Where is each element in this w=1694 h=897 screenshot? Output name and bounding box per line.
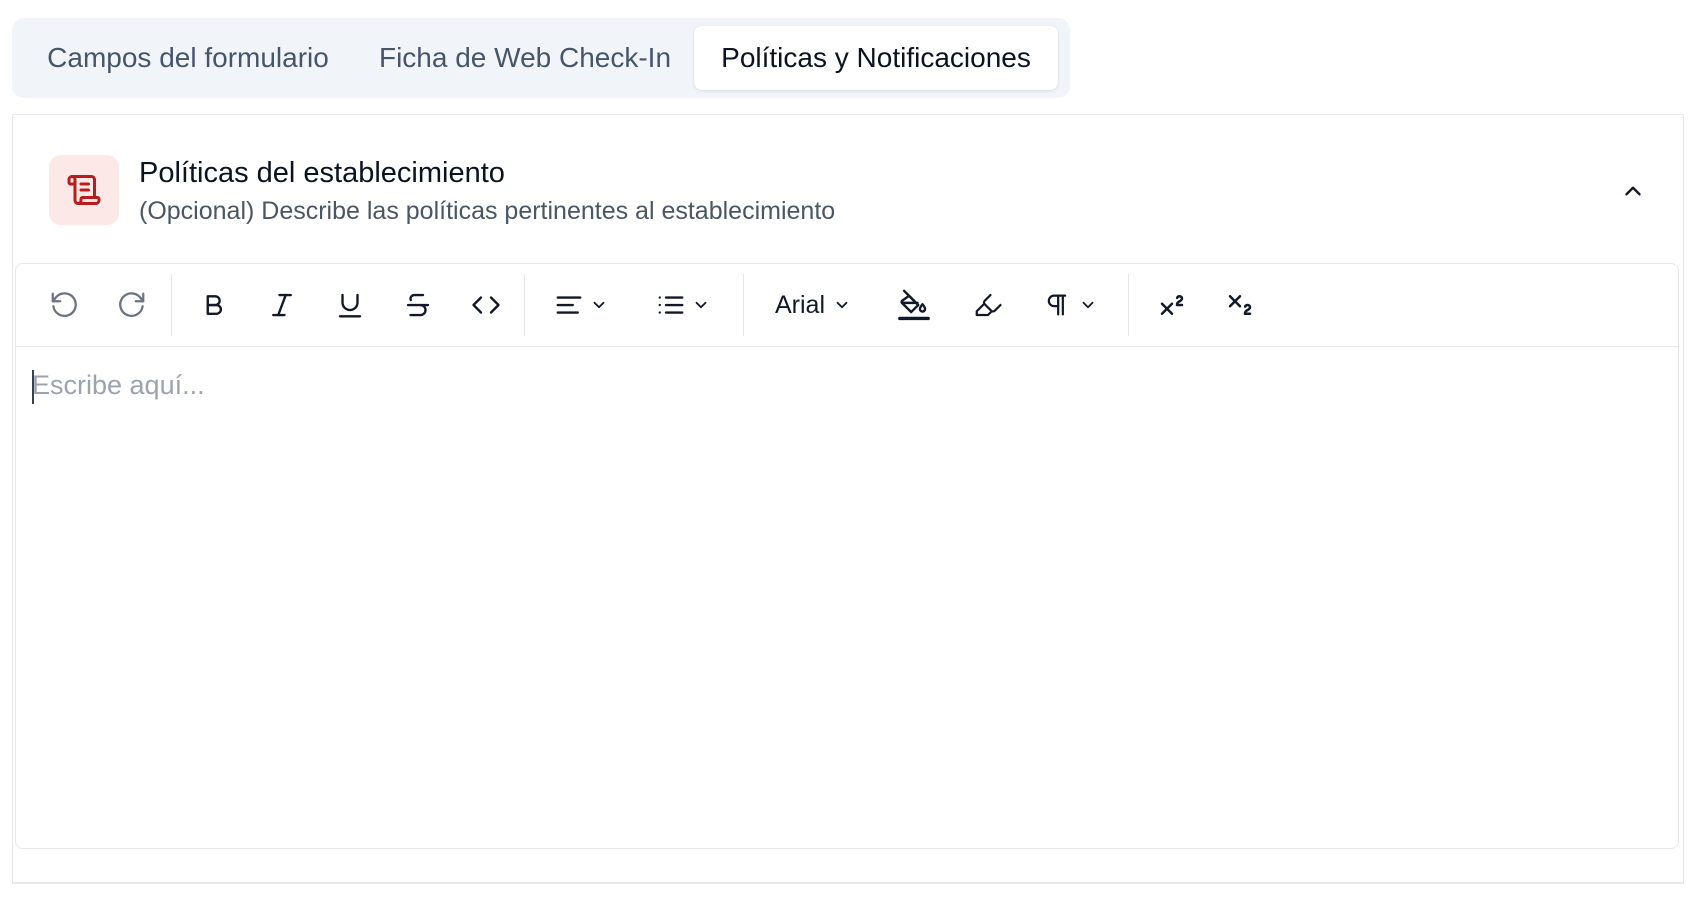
chevron-down-icon (1079, 296, 1097, 314)
section-subtitle: (Opcional) Describe las políticas pertin… (139, 197, 836, 225)
chevron-down-icon (833, 296, 851, 314)
highlight-button[interactable] (960, 277, 1016, 333)
bold-icon (199, 290, 229, 320)
paint-bucket-icon (897, 288, 931, 322)
strikethrough-button[interactable] (390, 277, 446, 333)
underline-button[interactable] (322, 277, 378, 333)
chevron-down-icon (692, 296, 710, 314)
tab-ficha-web-check-in[interactable]: Ficha de Web Check-In (356, 26, 694, 90)
highlighter-icon (973, 290, 1003, 320)
code-button[interactable] (458, 277, 514, 333)
undo-icon (49, 290, 79, 320)
paragraph-dropdown[interactable] (1028, 277, 1112, 333)
tab-campos-del-formulario[interactable]: Campos del formulario (20, 26, 356, 90)
policies-card: Políticas del establecimiento (Opcional)… (12, 114, 1684, 884)
editor-content[interactable]: Escribe aquí... (16, 346, 1678, 848)
chevron-down-icon (590, 296, 608, 314)
toolbar-separator (524, 274, 525, 336)
list-dropdown[interactable] (641, 277, 725, 333)
redo-icon (117, 290, 147, 320)
pilcrow-icon (1043, 291, 1071, 319)
italic-icon (267, 290, 297, 320)
toolbar-separator (171, 274, 172, 336)
underline-icon (335, 290, 365, 320)
bullet-list-icon (656, 290, 686, 320)
italic-button[interactable] (254, 277, 310, 333)
editor-placeholder: Escribe aquí... (32, 370, 205, 400)
chevron-up-icon (1620, 178, 1646, 204)
code-icon (471, 290, 501, 320)
tab-politicas-y-notificaciones[interactable]: Políticas y Notificaciones (694, 26, 1058, 90)
align-dropdown[interactable] (539, 277, 623, 333)
font-family-value: Arial (774, 290, 825, 319)
scroll-icon (49, 155, 119, 225)
card-bottom-border (12, 882, 1684, 884)
rich-text-editor: Arial Escribe aquí... (15, 263, 1679, 849)
superscript-button[interactable] (1144, 277, 1200, 333)
section-title: Políticas del establecimiento (139, 157, 505, 189)
subscript-icon (1225, 290, 1255, 320)
text-color-button[interactable] (886, 277, 942, 333)
superscript-icon (1157, 290, 1187, 320)
page-root: Campos del formulario Ficha de Web Check… (0, 0, 1694, 897)
tab-bar: Campos del formulario Ficha de Web Check… (12, 18, 1070, 98)
align-left-icon (554, 290, 584, 320)
collapse-button[interactable] (1613, 171, 1653, 211)
subscript-button[interactable] (1212, 277, 1268, 333)
bold-button[interactable] (186, 277, 242, 333)
toolbar-separator (1128, 274, 1129, 336)
undo-button[interactable] (36, 277, 92, 333)
text-caret (32, 370, 34, 404)
toolbar-separator (743, 274, 744, 336)
font-family-dropdown[interactable]: Arial (758, 277, 868, 333)
redo-button[interactable] (104, 277, 160, 333)
strikethrough-icon (403, 290, 433, 320)
editor-toolbar: Arial (16, 264, 1678, 347)
